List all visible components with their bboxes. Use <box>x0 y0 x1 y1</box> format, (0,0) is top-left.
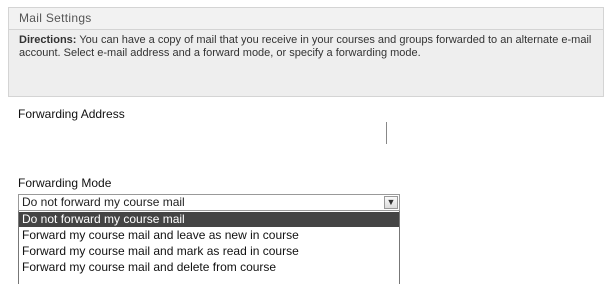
dropdown-option[interactable]: Do not forward my course mail <box>19 212 399 227</box>
forwarding-mode-label: Forwarding Mode <box>18 176 112 190</box>
mail-settings-panel: Mail Settings Directions: You can have a… <box>0 0 615 284</box>
forwarding-mode-selected-value: Do not forward my course mail <box>22 195 185 209</box>
forwarding-mode-dropdown: Do not forward my course mail Forward my… <box>18 211 400 284</box>
section-header: Mail Settings <box>8 7 604 29</box>
directions-label: Directions: <box>19 34 77 46</box>
dropdown-option[interactable]: Forward my course mail and mark as read … <box>19 244 399 259</box>
chevron-down-icon[interactable]: ▼ <box>384 196 398 209</box>
directions-box: Directions: You can have a copy of mail … <box>8 29 604 97</box>
forwarding-mode-select[interactable]: Do not forward my course mail ▼ <box>18 194 400 211</box>
forwarding-address-label: Forwarding Address <box>18 107 125 121</box>
section-title: Mail Settings <box>19 11 92 25</box>
dropdown-option[interactable]: Forward my course mail and leave as new … <box>19 228 399 243</box>
forwarding-address-input[interactable] <box>386 122 387 144</box>
directions-text: You can have a copy of mail that you rec… <box>19 34 592 59</box>
dropdown-option[interactable]: Forward my course mail and delete from c… <box>19 260 399 275</box>
